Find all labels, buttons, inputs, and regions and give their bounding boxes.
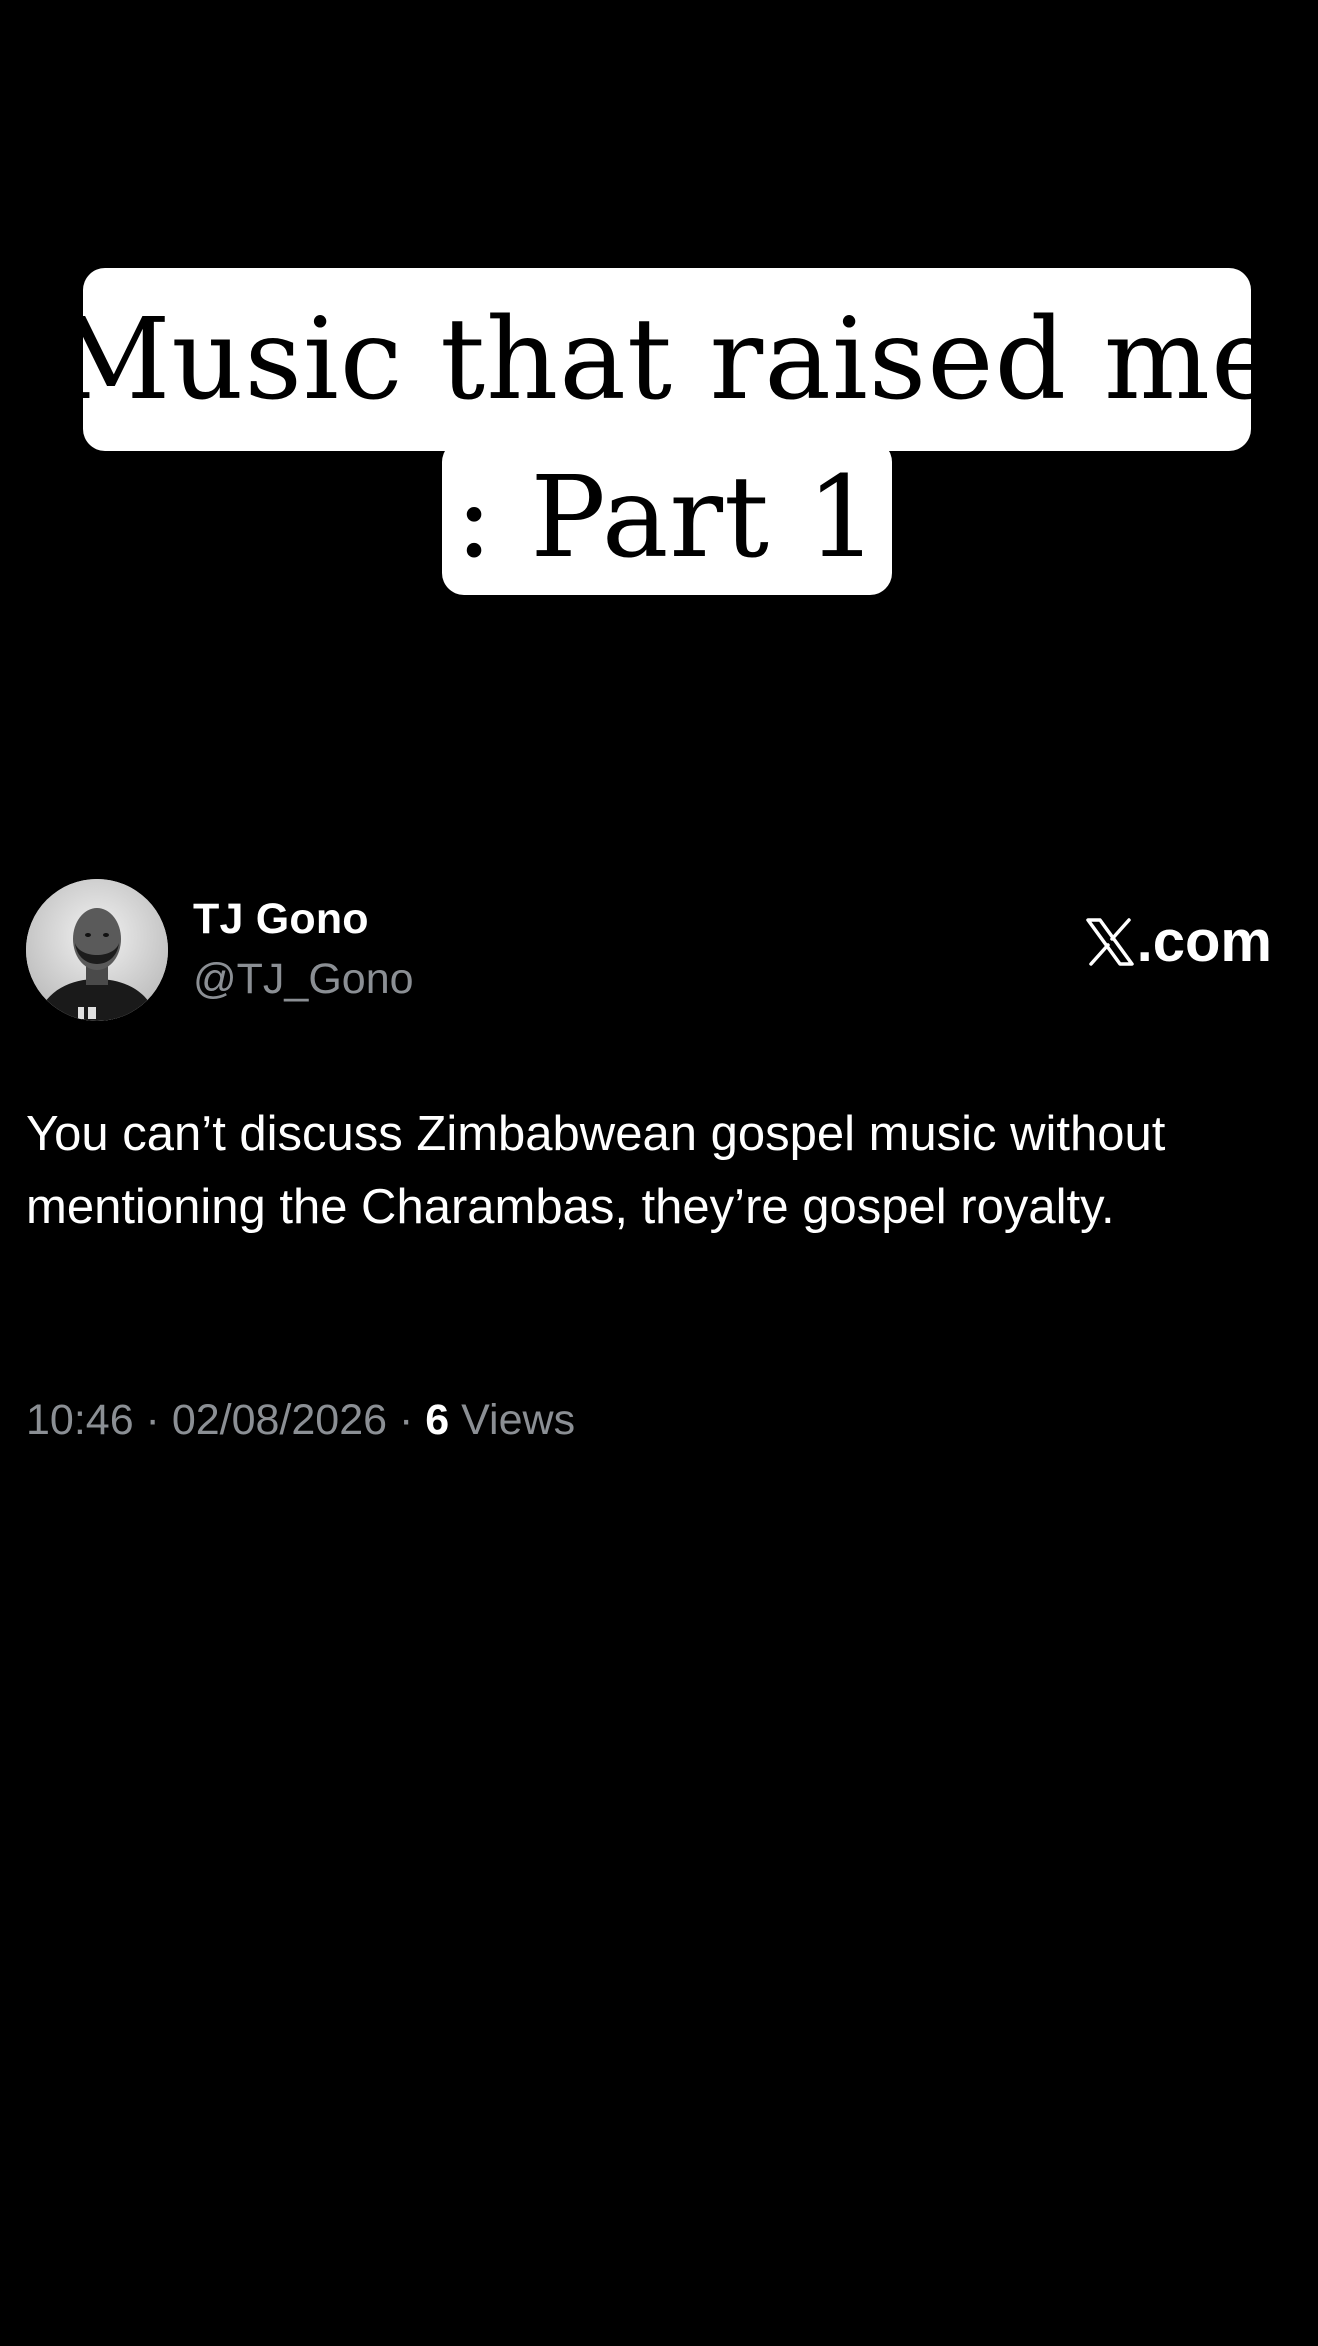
tweet-meta: 10:46 · 02/08/2026 · 6 Views [26,1396,575,1445]
tweet-text: You can’t discuss Zimbabwean gospel musi… [26,1107,1166,1234]
tweet-time[interactable]: 10:46 [26,1396,134,1444]
avatar[interactable] [26,879,168,1021]
author-handle[interactable]: @TJ_Gono [193,955,414,1004]
views-label: Views [461,1396,576,1444]
tweet-date[interactable]: 02/08/2026 [172,1396,387,1444]
caption-line-2: : Part 1 [455,452,879,583]
x-com-label: .com [1136,909,1272,974]
views-count: 6 [425,1396,450,1444]
caption-line-1: Music that raised me [55,294,1279,425]
x-com-watermark: .com [1085,908,1272,975]
caption-line-2-box: : Part 1 [442,440,892,595]
author-name[interactable]: TJ Gono [193,895,369,944]
meta-separator: · [133,1396,172,1444]
meta-separator: · [387,1396,426,1444]
x-logo-icon [1085,917,1134,966]
avatar-photo-icon [26,879,168,1021]
caption-line-1-box: Music that raised me [56,268,1277,451]
